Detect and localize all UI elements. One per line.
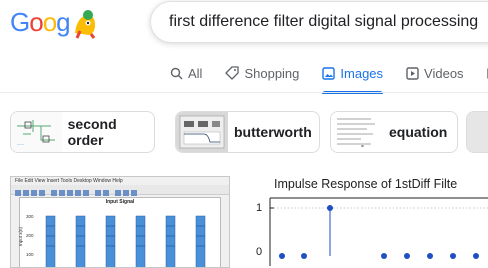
impulse-stem-plot: [244, 176, 488, 266]
chip-second-order[interactable]: ~~~ second order: [10, 111, 155, 153]
logo-letter: o: [43, 7, 56, 38]
search-tabs: All Shopping Images Videos: [170, 62, 488, 88]
chip-label: butterworth: [234, 124, 312, 140]
play-icon: [406, 67, 419, 80]
tab-label: All: [188, 66, 202, 81]
tab-label: Images: [340, 66, 383, 81]
chip-label: equation: [389, 124, 447, 140]
tag-icon: [225, 66, 239, 80]
tab-label: Shopping: [244, 66, 299, 81]
tab-label: Videos: [424, 66, 464, 81]
tab-all[interactable]: All: [170, 62, 202, 84]
tabs-divider: [0, 92, 488, 93]
chip-thumbnail: ~~~: [11, 112, 62, 152]
chip-thumbnail: [176, 112, 228, 152]
search-box[interactable]: [150, 1, 488, 43]
chip-label: second order: [68, 116, 154, 148]
logo-letter: o: [29, 7, 42, 38]
chip-thumbnail: =: [331, 112, 383, 152]
tab-shopping[interactable]: Shopping: [225, 62, 299, 84]
search-input[interactable]: [169, 13, 488, 31]
figure-menu-bar: File Edit View Insert Tools Desktop Wind…: [11, 177, 229, 185]
google-logo[interactable]: G o o g: [10, 4, 101, 40]
tab-images[interactable]: Images: [322, 62, 383, 84]
chip-equation[interactable]: = equation: [330, 111, 458, 153]
image-icon: [322, 67, 335, 80]
svg-text:~~~: ~~~: [17, 142, 25, 147]
chip-butterworth[interactable]: butterworth: [175, 111, 320, 153]
svg-text:=: =: [361, 144, 364, 150]
tab-videos[interactable]: Videos: [406, 62, 464, 84]
chip-thumbnail: [467, 112, 488, 152]
signal-bars: [20, 198, 220, 268]
input-signal-plot: Input Signal 300 200 100 Input x(n): [19, 197, 221, 268]
search-icon: [170, 67, 183, 80]
logo-letter: g: [56, 7, 69, 38]
figure-toolbar: [11, 185, 229, 195]
image-result-impulse-response[interactable]: Impulse Response of 1stDiff Filte 1 0: [244, 176, 488, 266]
chip-next[interactable]: [466, 111, 488, 153]
image-result-matlab[interactable]: File Edit View Insert Tools Desktop Wind…: [10, 176, 230, 268]
doodle-icon: [71, 7, 101, 37]
logo-letter: G: [10, 7, 29, 38]
